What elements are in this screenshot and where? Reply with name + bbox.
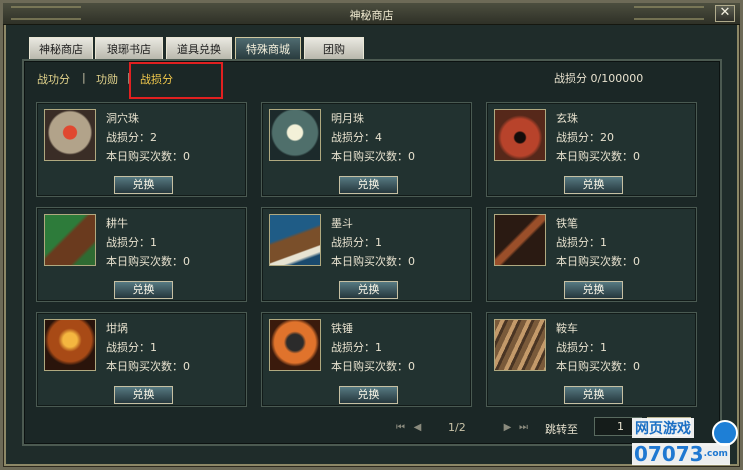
exchange-button[interactable]: 兑换 xyxy=(339,386,398,404)
item-card: 坩埚 战损分：1 本日购买次数：0 兑换 xyxy=(36,312,247,407)
iron-pen-icon xyxy=(494,214,546,266)
item-cost: 战损分：4 xyxy=(331,131,382,144)
pearl-shell-icon xyxy=(44,109,96,161)
exchange-button[interactable]: 兑换 xyxy=(339,281,398,299)
window-title: 神秘商店 xyxy=(349,9,394,22)
tab-mystic-shop[interactable]: 神秘商店 xyxy=(29,37,93,59)
hammer-icon xyxy=(269,319,321,371)
tab-item-exchange[interactable]: 道具兑换 xyxy=(166,37,232,59)
black-pearl-box-icon xyxy=(494,109,546,161)
exchange-button[interactable]: 兑换 xyxy=(114,176,173,194)
crucible-icon xyxy=(44,319,96,371)
item-daily-count: 本日购买次数：0 xyxy=(106,150,190,163)
page-indicator: 1/2 xyxy=(448,421,466,434)
item-daily-count: 本日购买次数：0 xyxy=(106,360,190,373)
item-daily-count: 本日购买次数：0 xyxy=(556,360,640,373)
exchange-button[interactable]: 兑换 xyxy=(114,386,173,404)
ink-line-icon xyxy=(269,214,321,266)
item-card: 洞穴珠 战损分：2 本日购买次数：0 兑换 xyxy=(36,102,247,197)
item-card: 墨斗 战损分：1 本日购买次数：0 兑换 xyxy=(261,207,472,302)
item-daily-count: 本日购买次数：0 xyxy=(331,150,415,163)
item-card: 鞍车 战损分：1 本日购买次数：0 兑换 xyxy=(486,312,697,407)
watermark-number: 07073 xyxy=(634,442,704,466)
cart-icon xyxy=(494,319,546,371)
item-grid: 洞穴珠 战损分：2 本日购买次数：0 兑换 明月珠 战损分：4 本日购买次数：0… xyxy=(36,102,699,410)
close-button[interactable]: ✕ xyxy=(715,5,735,22)
item-cost: 战损分：1 xyxy=(556,236,607,249)
first-page-icon[interactable]: ⏮ xyxy=(393,421,408,434)
item-name: 洞穴珠 xyxy=(106,112,139,125)
item-cost: 战损分：20 xyxy=(556,131,614,144)
last-page-icon[interactable]: ⏭ xyxy=(516,421,531,434)
ox-icon xyxy=(44,214,96,266)
prev-page-icon[interactable]: ◀ xyxy=(410,421,425,434)
item-card: 铁笔 战损分：1 本日购买次数：0 兑换 xyxy=(486,207,697,302)
item-name: 玄珠 xyxy=(556,112,578,125)
exchange-button[interactable]: 兑换 xyxy=(564,176,623,194)
item-card: 玄珠 战损分：20 本日购买次数：0 兑换 xyxy=(486,102,697,197)
moon-pearl-icon xyxy=(269,109,321,161)
tab-special-mall[interactable]: 特殊商城 xyxy=(235,37,301,59)
item-daily-count: 本日购买次数：0 xyxy=(106,255,190,268)
item-daily-count: 本日购买次数：0 xyxy=(556,150,640,163)
item-cost: 战损分：1 xyxy=(106,341,157,354)
watermark-top: 网页游戏 xyxy=(632,418,694,438)
next-page-icon[interactable]: ▶ xyxy=(500,421,515,434)
item-card: 明月珠 战损分：4 本日购买次数：0 兑换 xyxy=(261,102,472,197)
item-cost: 战损分：2 xyxy=(106,131,157,144)
item-name: 墨斗 xyxy=(331,217,353,230)
item-name: 耕牛 xyxy=(106,217,128,230)
item-cost: 战损分：1 xyxy=(331,341,382,354)
item-cost: 战损分：1 xyxy=(106,236,157,249)
highlight-box xyxy=(129,62,223,99)
watermark: 网页游戏 07073.com xyxy=(632,416,740,468)
item-card: 铁锤 战损分：1 本日购买次数：0 兑换 xyxy=(261,312,472,407)
exchange-button[interactable]: 兑换 xyxy=(114,281,173,299)
subtab-separator: | xyxy=(82,71,86,84)
item-name: 铁笔 xyxy=(556,217,578,230)
battle-loss-score: 战损分 0/100000 xyxy=(554,72,644,85)
item-daily-count: 本日购买次数：0 xyxy=(556,255,640,268)
subtab-merit[interactable]: 功勋 xyxy=(96,71,118,87)
exchange-button[interactable]: 兑换 xyxy=(339,176,398,194)
exchange-button[interactable]: 兑换 xyxy=(564,386,623,404)
item-name: 鞍车 xyxy=(556,322,578,335)
item-name: 铁锤 xyxy=(331,322,353,335)
watermark-bottom: 07073.com xyxy=(632,443,730,465)
item-daily-count: 本日购买次数：0 xyxy=(331,360,415,373)
jump-label: 跳转至 xyxy=(545,423,578,436)
tab-langya-bookstore[interactable]: 琅琊书店 xyxy=(95,37,163,59)
tab-group-buy[interactable]: 团购 xyxy=(304,37,364,59)
item-name: 明月珠 xyxy=(331,112,364,125)
subtab-battle-merit[interactable]: 战功分 xyxy=(37,71,70,87)
item-name: 坩埚 xyxy=(106,322,128,335)
item-cost: 战损分：1 xyxy=(556,341,607,354)
title-bar: 神秘商店 ✕ xyxy=(3,3,740,25)
title-ornament-right xyxy=(634,6,704,20)
exchange-button[interactable]: 兑换 xyxy=(564,281,623,299)
item-daily-count: 本日购买次数：0 xyxy=(331,255,415,268)
item-card: 耕牛 战损分：1 本日购买次数：0 兑换 xyxy=(36,207,247,302)
watermark-suffix: .com xyxy=(703,449,728,459)
item-cost: 战损分：1 xyxy=(331,236,382,249)
